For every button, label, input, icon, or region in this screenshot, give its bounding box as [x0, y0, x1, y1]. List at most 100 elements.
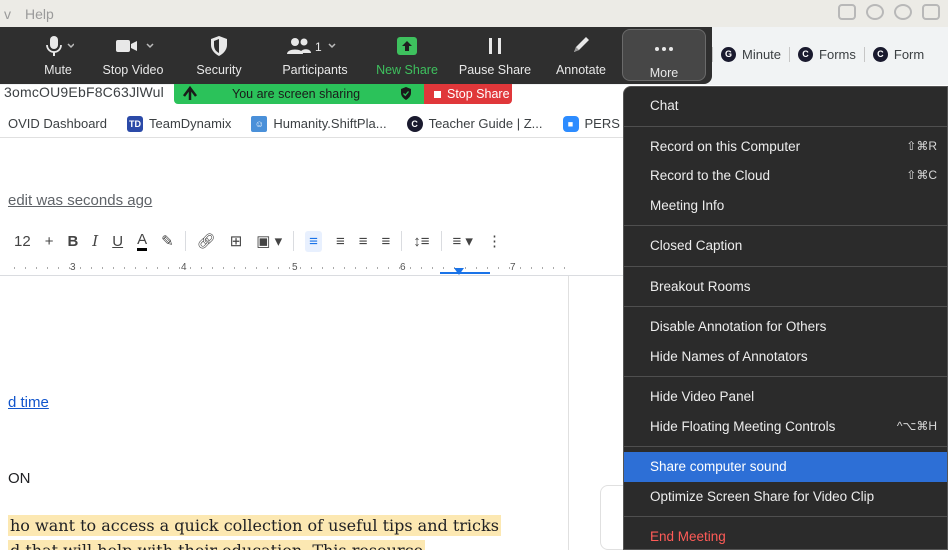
c-logo-icon: C [406, 115, 423, 132]
bookmark-covid-dashboard[interactable]: OVID Dashboard [8, 116, 107, 131]
underline-button[interactable]: U [112, 233, 123, 250]
toolbar-divider [440, 231, 442, 251]
menu-item-hide-video-panel[interactable]: Hide Video Panel [624, 382, 947, 412]
highlighted-text-line: ho want to access a quick collection of … [8, 515, 501, 536]
highlighted-text-line: d that will help with their education. T… [8, 540, 426, 550]
zoom-icon: ■ [562, 115, 579, 132]
align-left-icon[interactable]: ≡ [305, 230, 322, 252]
insert-image-icon[interactable]: ▣ ▾ [256, 232, 282, 250]
indent-bar[interactable] [440, 272, 490, 274]
tray-icon-4[interactable] [922, 4, 940, 20]
menu-view-partial[interactable]: v [4, 6, 11, 22]
menu-item-record-cloud[interactable]: Record to the Cloud ⇧⌘C [624, 161, 947, 191]
more-dropdown-menu: Chat Record on this Computer ⇧⌘R Record t… [623, 86, 948, 550]
more-dots-icon [653, 37, 675, 61]
indent-marker-icon[interactable] [454, 268, 464, 275]
menu-item-disable-annotation[interactable]: Disable Annotation for Others [624, 312, 947, 342]
more-button[interactable]: More [622, 29, 706, 81]
bold-button[interactable]: B [67, 233, 78, 250]
bookmark-pers[interactable]: ■ PERS [562, 115, 620, 132]
share-arrow-icon [395, 34, 419, 58]
tray-icon-1[interactable] [838, 4, 856, 20]
ruler-number: 6 [400, 262, 406, 273]
bookmark-teamdynamix[interactable]: TD TeamDynamix [127, 115, 231, 132]
menu-divider [624, 225, 947, 226]
tab-minute[interactable]: G Minute [712, 46, 789, 62]
google-logo-icon: G [721, 46, 736, 62]
align-right-icon[interactable]: ≡ [359, 233, 368, 250]
numbered-list-icon[interactable]: ≡ ▾ [453, 232, 473, 250]
stop-share-button[interactable]: Stop Share [424, 84, 512, 104]
tray-icon-3[interactable] [894, 4, 912, 20]
security-button[interactable]: Security [192, 27, 246, 84]
highlight-pen-icon[interactable]: ✎ [161, 232, 174, 250]
increase-font-size-button[interactable]: + [45, 233, 54, 250]
humanity-icon: ☺ [251, 115, 268, 132]
screen-sharing-banner: You are screen sharing Stop Share [174, 84, 512, 104]
last-edit-link[interactable]: edit was seconds ago [8, 192, 152, 209]
macos-menu-bar: v Help [0, 0, 948, 27]
menu-divider [624, 306, 947, 307]
stop-video-button[interactable]: Stop Video [98, 27, 168, 84]
font-size-value[interactable]: 12 [14, 233, 31, 250]
annotate-button[interactable]: Annotate [550, 27, 612, 84]
menu-item-meeting-info[interactable]: Meeting Info [624, 191, 947, 221]
shield-icon [208, 34, 230, 58]
menu-item-breakout-rooms[interactable]: Breakout Rooms [624, 272, 947, 302]
menu-divider [624, 376, 947, 377]
menu-item-share-computer-sound[interactable]: Share computer sound [624, 452, 947, 482]
pause-icon [485, 34, 505, 58]
ruler-number: 5 [292, 262, 298, 273]
new-share-button[interactable]: New Share [372, 27, 442, 84]
tray-icon-2[interactable] [866, 4, 884, 20]
menu-divider [624, 265, 947, 267]
c-logo-icon: C [798, 46, 814, 62]
tab-forms[interactable]: C Forms [789, 46, 864, 62]
ruler-number: 4 [181, 262, 187, 273]
menu-item-chat[interactable]: Chat [624, 91, 947, 121]
menu-item-hide-floating-controls[interactable]: Hide Floating Meeting Controls ^⌥⌘H [624, 412, 947, 442]
align-center-icon[interactable]: ≡ [336, 233, 345, 250]
toolbar-divider [293, 231, 295, 251]
participants-button[interactable]: 1 Participants [275, 27, 355, 84]
bookmark-humanity[interactable]: ☺ Humanity.ShiftPla... [251, 115, 387, 132]
pause-share-button[interactable]: Pause Share [455, 27, 535, 84]
menu-item-hide-annotator-names[interactable]: Hide Names of Annotators [624, 342, 947, 372]
ruler-number: 3 [70, 262, 76, 273]
zoom-meeting-toolbar: Mute Stop Video Security 1 Participants … [0, 27, 712, 84]
italic-button[interactable]: I [92, 232, 98, 250]
line-spacing-icon[interactable]: ↕≡ [413, 233, 429, 250]
menu-item-record-computer[interactable]: Record on this Computer ⇧⌘R [624, 132, 947, 162]
ruler-number: 7 [510, 262, 516, 273]
justify-icon[interactable]: ≡ [381, 233, 390, 250]
menu-help[interactable]: v Help [4, 6, 54, 22]
menu-item-closed-caption[interactable]: Closed Caption [624, 231, 947, 261]
video-camera-icon [106, 34, 160, 58]
url-bar-text[interactable]: 3omcOU9EbF8C63JlWul [4, 84, 164, 100]
toolbar-divider [401, 231, 403, 251]
more-tools-icon[interactable]: ⋮ [487, 232, 502, 250]
teamdynamix-icon: TD [127, 115, 143, 132]
text-color-button[interactable]: A [137, 231, 148, 251]
sharing-status[interactable]: You are screen sharing [174, 84, 424, 104]
shortcut-label: ⇧⌘R [906, 138, 937, 153]
menu-item-end-meeting[interactable]: End Meeting [624, 522, 947, 550]
microphone-icon [42, 34, 74, 58]
browser-tabs-right: G Minute C Forms C Form [712, 40, 932, 68]
doc-link[interactable]: d time [8, 394, 49, 411]
pencil-icon [570, 34, 592, 58]
mute-button[interactable]: Mute [30, 27, 86, 84]
menu-item-optimize-video[interactable]: Optimize Screen Share for Video Clip [624, 482, 947, 512]
link-icon[interactable]: 🔗︎ [197, 232, 216, 250]
bookmark-teacher-guide[interactable]: C Teacher Guide | Z... [406, 115, 543, 132]
drag-handle-icon[interactable] [182, 86, 198, 102]
menu-divider [624, 125, 947, 127]
add-comment-icon[interactable]: ⊞ [230, 232, 243, 250]
tab-form[interactable]: C Form [863, 46, 932, 62]
doc-heading: ON [8, 470, 31, 487]
toolbar-divider [184, 231, 186, 251]
shortcut-label: ^⌥⌘H [896, 418, 937, 433]
ruler: 3 4 5 6 7 [0, 262, 626, 276]
participants-icon: 1 [283, 34, 347, 58]
c-logo-icon: C [872, 46, 888, 62]
